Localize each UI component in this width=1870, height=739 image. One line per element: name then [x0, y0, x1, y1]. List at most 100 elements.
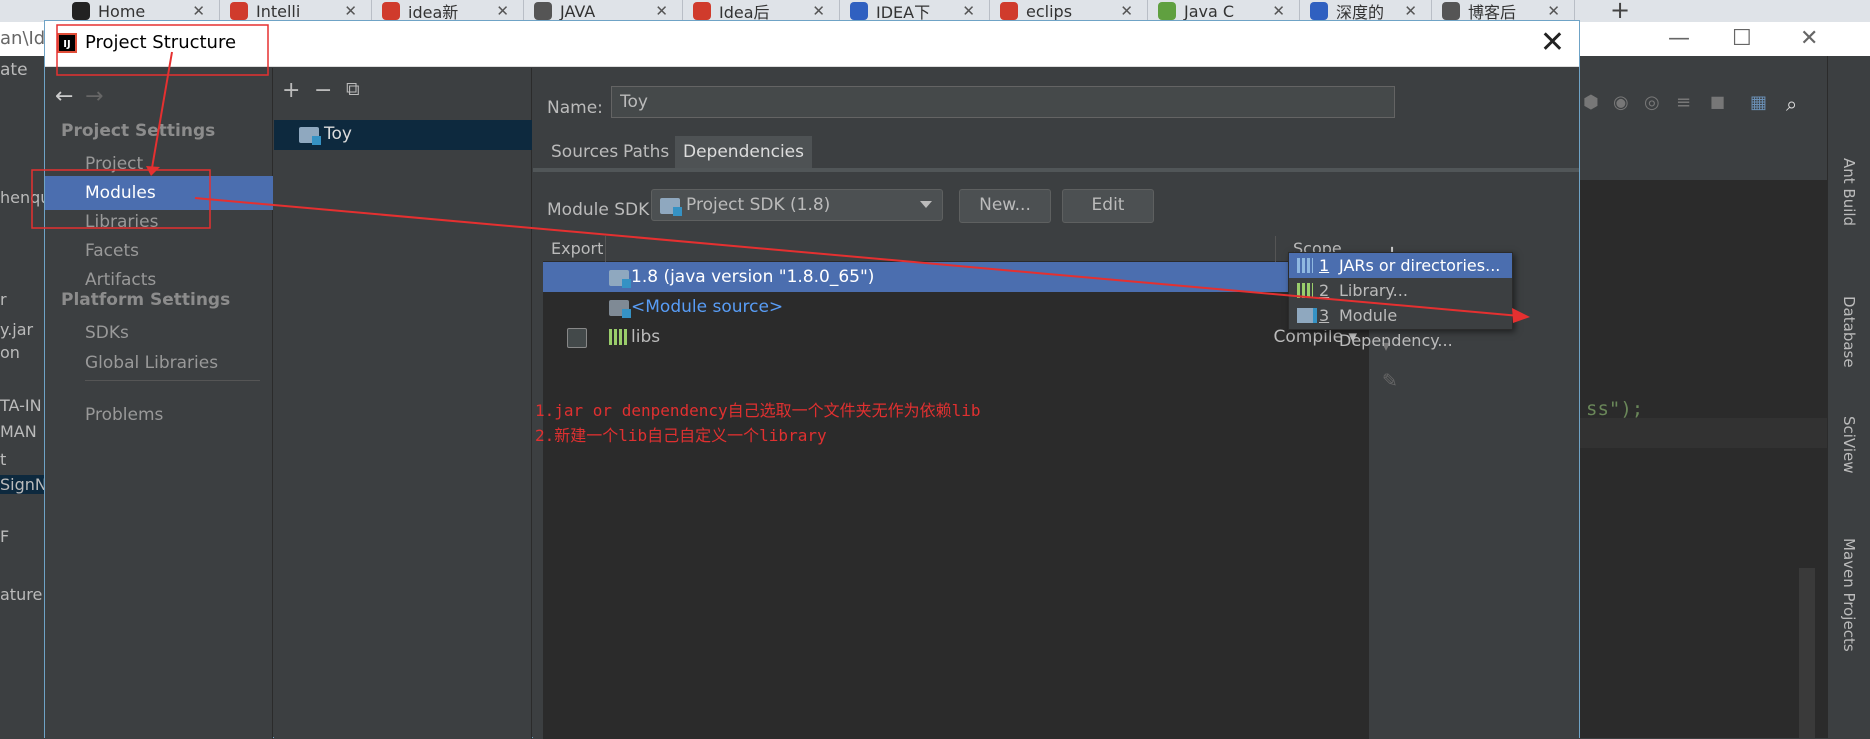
- build-icon[interactable]: ≡: [1676, 92, 1691, 113]
- new-tab-icon[interactable]: +: [1610, 0, 1630, 22]
- table-row[interactable]: 1.8 (java version "1.8.0_65"): [543, 262, 1369, 292]
- tab-favicon-icon: [230, 2, 248, 20]
- tool-window-tab[interactable]: Maven Projects: [1840, 538, 1858, 652]
- dependency-name: <Module source>: [631, 297, 784, 317]
- project-structure-icon[interactable]: ▦: [1750, 92, 1767, 113]
- browser-tab[interactable]: eclips ✕: [990, 0, 1148, 22]
- tab-label: Intelli: [256, 1, 301, 21]
- profile-icon[interactable]: ◎: [1644, 92, 1660, 113]
- tab-favicon-icon: [1158, 2, 1176, 20]
- tab-close-icon[interactable]: ✕: [496, 2, 509, 20]
- edit-pencil-icon[interactable]: ✎: [1382, 370, 1398, 392]
- dependency-name: 1.8 (java version "1.8.0_65"): [631, 267, 875, 287]
- module-name-input[interactable]: [611, 86, 1395, 118]
- copy-module-icon[interactable]: ⧉: [346, 78, 360, 100]
- background-editor: ss");: [1580, 180, 1827, 738]
- tool-window-tab[interactable]: Ant Build: [1840, 158, 1858, 226]
- new-sdk-button[interactable]: New...: [959, 189, 1051, 223]
- popup-item-library[interactable]: 2 Library...: [1289, 278, 1512, 303]
- browser-tab-strip: Home ✕ Intelli ✕ idea新 ✕ JAVA ✕ Idea后 ✕ IDEA下 ✕ ecli…: [0, 0, 1870, 22]
- tab-favicon-icon: [72, 2, 90, 20]
- tab-dependencies[interactable]: Dependencies: [675, 136, 812, 168]
- settings-sidebar: ← → Project Settings Project Modules Lib…: [45, 68, 273, 739]
- sidebar-item-global-libraries[interactable]: Global Libraries: [45, 346, 273, 380]
- browser-tab[interactable]: IDEA下 ✕: [840, 0, 990, 22]
- background-tree-item: SignN: [0, 475, 47, 494]
- browser-tab[interactable]: Java C ✕: [1148, 0, 1300, 22]
- popup-item-jars[interactable]: 1 JARs or directories...: [1289, 253, 1512, 278]
- tab-sources[interactable]: Sources: [543, 136, 626, 168]
- tab-underline: [533, 168, 1579, 172]
- edit-sdk-button[interactable]: Edit: [1062, 189, 1154, 223]
- browser-tab[interactable]: 深度的 ✕: [1300, 0, 1432, 22]
- tab-close-icon[interactable]: ✕: [1120, 2, 1133, 20]
- module-sdk-label: Module SDK:: [547, 200, 655, 220]
- tab-label: eclips: [1026, 1, 1073, 21]
- background-tree-item: TA-IN: [0, 396, 42, 415]
- background-code: ss");: [1586, 398, 1644, 420]
- tab-favicon-icon: [850, 2, 868, 20]
- annotation-line-1: 1.jar or denpendency自己选取一个文件夹无作为依赖lib: [535, 401, 981, 420]
- tool-window-tab[interactable]: SciView: [1840, 416, 1858, 474]
- module-row-toy[interactable]: Toy: [274, 120, 532, 150]
- forward-arrow-icon[interactable]: →: [85, 84, 103, 109]
- stop-icon[interactable]: ⬢: [1583, 92, 1599, 113]
- add-dependency-popup: 1 JARs or directories... 2 Library... 3 …: [1288, 252, 1513, 350]
- background-tree-item: ature: [0, 585, 43, 604]
- background-project-tree: henqu r y.jar on TA-IN MAN t SignN Fature: [0, 180, 50, 738]
- tab-label: JAVA: [560, 1, 596, 21]
- table-header: Export Scope: [543, 236, 1369, 262]
- browser-tab[interactable]: 博客后 ✕: [1432, 0, 1575, 22]
- tab-close-icon[interactable]: ✕: [962, 2, 975, 20]
- sidebar-item-problems[interactable]: Problems: [45, 398, 273, 432]
- tab-paths[interactable]: Paths: [615, 136, 677, 168]
- module-sdk-value: Project SDK (1.8): [686, 195, 831, 215]
- name-label: Name:: [547, 98, 603, 118]
- dialog-close-icon[interactable]: ✕: [1540, 25, 1565, 60]
- search-icon[interactable]: ⌕: [1786, 92, 1797, 116]
- library-icon: [609, 329, 629, 345]
- dialog-title: Project Structure: [85, 32, 237, 53]
- export-column-header[interactable]: Export: [551, 239, 603, 258]
- tab-close-icon[interactable]: ✕: [655, 2, 668, 20]
- browser-tab[interactable]: JAVA ✕: [524, 0, 683, 22]
- tab-close-icon[interactable]: ✕: [1404, 2, 1417, 20]
- background-toolbar-icons: ⬢ ◉ ◎ ≡ ■ ▦ ⌕: [1580, 92, 1827, 120]
- background-tree-item: t: [0, 450, 7, 469]
- background-tree-item: F: [0, 527, 10, 546]
- minimize-icon[interactable]: —: [1668, 26, 1690, 51]
- sidebar-item-sdks[interactable]: SDKs: [45, 316, 273, 350]
- browser-tab[interactable]: idea新 ✕: [372, 0, 524, 22]
- table-row[interactable]: <Module source>: [543, 292, 1369, 322]
- tab-favicon-icon: [1310, 2, 1328, 20]
- jdk-folder-icon: [609, 270, 631, 288]
- browser-tab[interactable]: Idea后 ✕: [683, 0, 840, 22]
- module-name: Toy: [324, 124, 352, 144]
- editor-scrollbar[interactable]: [1799, 568, 1815, 738]
- popup-item-module-dependency[interactable]: 3 Module Dependency...: [1289, 303, 1512, 350]
- tab-close-icon[interactable]: ✕: [344, 2, 357, 20]
- module-sdk-dropdown[interactable]: Project SDK (1.8): [651, 189, 943, 221]
- browser-tab[interactable]: Intelli ✕: [220, 0, 372, 22]
- tab-label: 深度的: [1336, 3, 1385, 22]
- tab-close-icon[interactable]: ✕: [1547, 2, 1560, 20]
- project-settings-header: Project Settings: [61, 121, 216, 141]
- maximize-icon[interactable]: ☐: [1732, 26, 1752, 51]
- background-tree-item: MAN: [0, 422, 37, 441]
- tool-window-tab[interactable]: Database: [1840, 296, 1858, 368]
- tab-close-icon[interactable]: ✕: [192, 2, 205, 20]
- tab-favicon-icon: [1000, 2, 1018, 20]
- tab-label: Java C: [1184, 1, 1235, 21]
- browser-tab[interactable]: Home ✕: [62, 0, 220, 22]
- stop-square-icon[interactable]: ■: [1710, 92, 1725, 111]
- add-module-icon[interactable]: +: [282, 78, 300, 103]
- tab-close-icon[interactable]: ✕: [1272, 2, 1285, 20]
- remove-module-icon[interactable]: −: [314, 78, 332, 103]
- coverage-icon[interactable]: ◉: [1613, 92, 1629, 113]
- back-arrow-icon[interactable]: ←: [55, 84, 73, 109]
- close-window-icon[interactable]: ✕: [1800, 26, 1818, 51]
- table-row[interactable]: libs Compile ▾: [543, 322, 1369, 352]
- tab-favicon-icon: [1442, 2, 1460, 20]
- tab-close-icon[interactable]: ✕: [812, 2, 825, 20]
- export-checkbox[interactable]: [567, 328, 587, 348]
